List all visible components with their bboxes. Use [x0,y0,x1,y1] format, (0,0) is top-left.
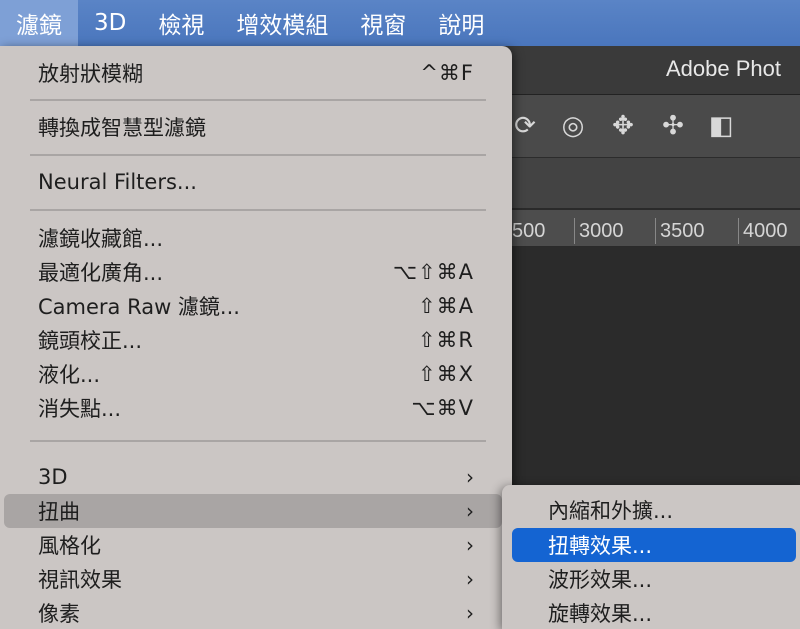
submenu-item-twirl[interactable]: 扭轉效果... [512,528,796,562]
menu-item-pixelate[interactable]: 像素 › [4,596,502,629]
menu-item-camera-raw[interactable]: Camera Raw 濾鏡... ⇧⌘A [4,289,502,323]
ruler-tick: 3500 [655,218,705,244]
app-title: Adobe Phot [666,56,781,81]
menu-item-distort[interactable]: 扭曲 › [4,494,502,528]
menu-item-shortcut: ⌥⌘V [411,396,474,420]
menu-item-label: 3D [38,465,68,489]
menu-bar: 濾鏡 3D 檢視 增效模組 視窗 說明 [0,0,800,46]
menu-item-label: 消失點... [38,397,122,421]
submenu-item-pinch[interactable]: 內縮和外擴... [512,493,796,527]
3d-orbit-icon[interactable]: ⟳ [508,109,542,143]
video-camera-icon[interactable]: ◧ [704,109,738,143]
menubar-window[interactable]: 視窗 [344,0,422,46]
menu-item-radial-blur[interactable]: 放射狀模糊 ^⌘F [4,56,502,90]
menu-item-label: 鏡頭校正... [38,329,143,353]
menu-separator [30,154,486,156]
chevron-right-icon: › [466,533,474,557]
menu-item-label: 視訊效果 [38,568,122,592]
menu-item-vanishing-point[interactable]: 消失點... ⌥⌘V [4,391,502,425]
menubar-plugins[interactable]: 增效模組 [220,0,344,46]
menu-separator [30,440,486,442]
chevron-right-icon: › [466,499,474,523]
distort-submenu: 內縮和外擴... 扭轉效果... 波形效果... 旋轉效果... [502,485,800,629]
ruler-tick: 3000 [574,218,624,244]
ruler-tick: 4000 [738,218,788,244]
menu-item-shortcut: ⌥⇧⌘A [392,260,474,284]
menu-item-label: 最適化廣角... [38,261,164,285]
menu-item-label: 放射狀模糊 [38,62,143,86]
chevron-right-icon: › [466,567,474,591]
menu-item-neural-filters[interactable]: Neural Filters... [4,165,502,199]
menu-item-shortcut: ⇧⌘A [418,294,474,318]
menu-item-video[interactable]: 視訊效果 › [4,562,502,596]
menu-item-shortcut: ⇧⌘X [418,362,474,386]
menu-item-label: 轉換成智慧型濾鏡 [38,116,206,140]
menu-item-shortcut: ^⌘F [420,61,474,85]
menu-item-filter-gallery[interactable]: 濾鏡收藏館... [4,221,502,255]
menu-item-adaptive-wide-angle[interactable]: 最適化廣角... ⌥⇧⌘A [4,255,502,289]
menu-item-label: 風格化 [38,534,101,558]
menu-separator [30,209,486,211]
chevron-right-icon: › [466,601,474,625]
ruler-tick: 500 [512,220,546,242]
menubar-filter[interactable]: 濾鏡 [0,0,78,46]
roll-icon[interactable]: ◎ [556,109,590,143]
filter-menu: 放射狀模糊 ^⌘F 轉換成智慧型濾鏡 Neural Filters... 濾鏡收… [0,46,512,629]
pan-icon[interactable]: ✥ [606,109,640,143]
menu-separator [30,99,486,101]
menu-item-label: 扭曲 [38,500,80,524]
slide-icon[interactable]: ✣ [656,109,690,143]
menu-item-label: 像素 [38,602,80,626]
submenu-item-wave[interactable]: 波形效果... [512,562,796,596]
menu-item-3d[interactable]: 3D › [4,460,502,494]
menu-item-stylize[interactable]: 風格化 › [4,528,502,562]
menu-item-label: Neural Filters... [38,170,197,194]
submenu-item-rotate[interactable]: 旋轉效果... [512,596,796,629]
menu-item-label: 液化... [38,363,101,387]
menubar-help[interactable]: 說明 [422,0,500,46]
menu-item-convert-smart-filter[interactable]: 轉換成智慧型濾鏡 [4,110,502,144]
menu-item-lens-correction[interactable]: 鏡頭校正... ⇧⌘R [4,323,502,357]
chevron-right-icon: › [466,465,474,489]
menu-item-shortcut: ⇧⌘R [417,328,474,352]
menubar-view[interactable]: 檢視 [142,0,220,46]
menu-item-label: Camera Raw 濾鏡... [38,295,240,319]
menubar-3d[interactable]: 3D [78,0,142,46]
menu-item-label: 濾鏡收藏館... [38,227,164,251]
menu-item-liquify[interactable]: 液化... ⇧⌘X [4,357,502,391]
